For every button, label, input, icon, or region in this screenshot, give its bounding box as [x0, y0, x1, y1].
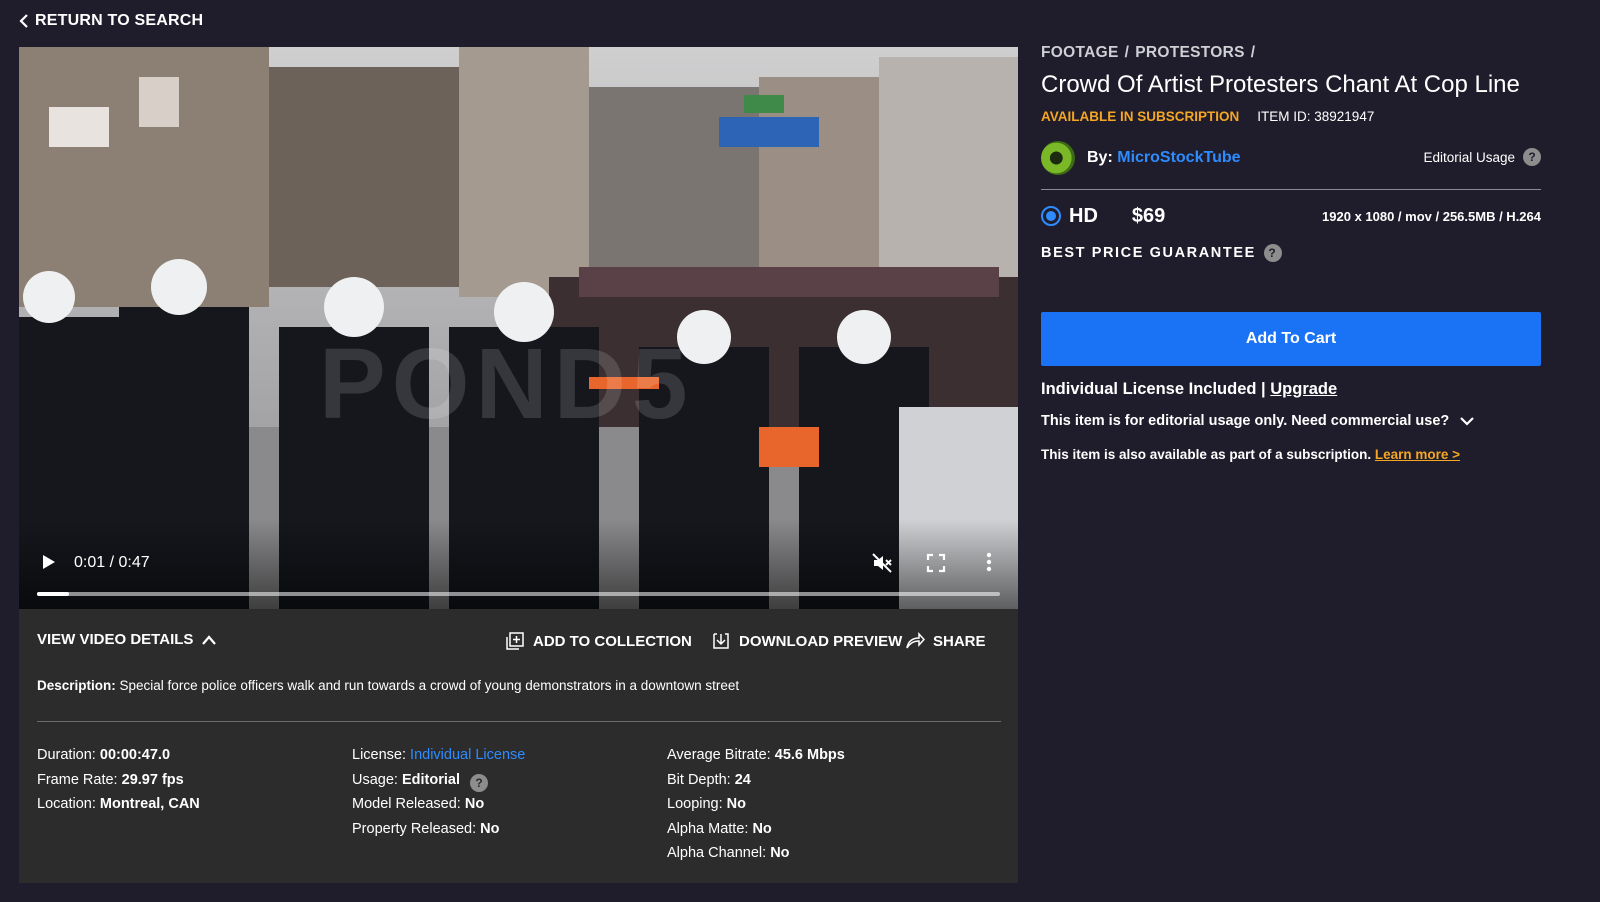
spec-license: License: Individual License: [352, 747, 526, 763]
video-progress-bar[interactable]: [37, 592, 1000, 596]
description-text: Special force police officers walk and r…: [119, 678, 740, 693]
specs-column-2: License: Individual License Usage: Edito…: [352, 743, 525, 841]
video-details-panel: VIEW VIDEO DETAILS ADD TO COLLECTION DOW…: [19, 609, 1018, 883]
fullscreen-icon[interactable]: [926, 553, 946, 573]
share-icon: [906, 632, 925, 649]
details-divider: [37, 721, 1001, 722]
spec-model-released: Model Released: No: [352, 796, 485, 812]
view-video-details-label: VIEW VIDEO DETAILS: [37, 631, 194, 648]
editorial-commercial-toggle[interactable]: This item is for editorial usage only. N…: [1041, 413, 1541, 429]
best-price-label: BEST PRICE GUARANTEE: [1041, 245, 1256, 261]
description-label: Description:: [37, 678, 116, 693]
format-label: HD: [1069, 204, 1098, 227]
best-price-guarantee: BEST PRICE GUARANTEE ?: [1041, 244, 1541, 262]
author-avatar[interactable]: [1041, 141, 1075, 175]
spec-frame-rate: Frame Rate: 29.97 fps: [37, 771, 184, 788]
individual-license-link[interactable]: Individual License: [410, 747, 525, 763]
add-to-collection-icon: [506, 632, 524, 650]
chevron-up-icon: [202, 634, 217, 645]
spec-looping: Looping: No: [667, 796, 747, 812]
availability-badge: AVAILABLE IN SUBSCRIPTION: [1041, 109, 1240, 124]
license-included: Individual License Included | Upgrade: [1041, 380, 1338, 398]
spec-location: Location: Montreal, CAN: [37, 796, 200, 812]
price-option-hd[interactable]: HD $69 1920 x 1080 / mov / 256.5MB / H.2…: [1041, 190, 1541, 242]
download-preview-button[interactable]: DOWNLOAD PREVIEW: [711, 631, 902, 651]
spec-alpha-channel: Alpha Channel: No: [667, 845, 790, 861]
specs-column-1: Duration: 00:00:47.0 Frame Rate: 29.97 f…: [37, 743, 200, 817]
view-video-details-toggle[interactable]: VIEW VIDEO DETAILS: [37, 631, 217, 648]
spec-average-bitrate: Average Bitrate: 45.6 Mbps: [667, 747, 845, 763]
return-to-search-label: RETURN TO SEARCH: [35, 12, 204, 29]
share-label: SHARE: [933, 632, 986, 650]
author-link[interactable]: MicroStockTube: [1117, 149, 1240, 166]
learn-more-link[interactable]: Learn more >: [1375, 447, 1460, 462]
details-toolbar: VIEW VIDEO DETAILS ADD TO COLLECTION DOW…: [37, 631, 1000, 655]
price: $69: [1131, 204, 1166, 227]
download-preview-label: DOWNLOAD PREVIEW: [739, 632, 903, 650]
hd-radio[interactable]: [1041, 206, 1061, 226]
more-options-icon[interactable]: [979, 551, 999, 573]
play-icon[interactable]: [39, 553, 57, 571]
video-description: Description: Special force police office…: [37, 678, 997, 693]
muted-speaker-icon[interactable]: [871, 552, 893, 574]
spec-bit-depth: Bit Depth: 24: [667, 771, 751, 788]
video-player[interactable]: POND5 0:01 / 0:47: [19, 47, 1018, 609]
return-to-search-link[interactable]: RETURN TO SEARCH: [19, 12, 203, 30]
product-panel: FOOTAGE / PROTESTORS / Crowd Of Artist Prot…: [1041, 44, 1541, 462]
chevron-down-icon: [1460, 417, 1475, 426]
item-id: ITEM ID: 38921947: [1257, 109, 1375, 124]
editorial-help-icon[interactable]: ?: [1523, 148, 1541, 166]
editorial-usage-label: Editorial Usage: [1423, 149, 1515, 165]
subscription-note: This item is also available as part of a…: [1041, 447, 1461, 462]
spec-duration: Duration: 00:00:47.0: [37, 747, 171, 763]
add-to-cart-button[interactable]: Add To Cart: [1041, 312, 1541, 366]
add-to-collection-button[interactable]: ADD TO COLLECTION: [505, 631, 692, 651]
add-to-collection-label: ADD TO COLLECTION: [533, 632, 692, 650]
editorial-usage: Editorial Usage ?: [1423, 148, 1541, 166]
page-title: Crowd Of Artist Protesters Chant At Cop …: [1041, 71, 1520, 98]
spec-property-released: Property Released: No: [352, 820, 500, 837]
chevron-left-icon: [19, 14, 28, 28]
item-meta: AVAILABLE IN SUBSCRIPTION ITEM ID: 38921…: [1041, 109, 1541, 124]
video-watermark: POND5: [319, 328, 694, 440]
usage-help-icon[interactable]: ?: [470, 773, 488, 792]
author-row: By: MicroStockTube Editorial Usage ?: [1041, 138, 1541, 178]
video-progress-fill: [37, 592, 69, 596]
spec-alpha-matte: Alpha Matte: No: [667, 820, 772, 837]
specs-column-3: Average Bitrate: 45.6 Mbps Bit Depth: 24…: [667, 743, 845, 866]
author-byline: By: MicroStockTube: [1087, 149, 1241, 166]
upgrade-link[interactable]: Upgrade: [1270, 380, 1337, 398]
best-price-help-icon[interactable]: ?: [1263, 244, 1282, 262]
spec-usage: Usage: Editorial?: [352, 768, 525, 793]
editorial-note-text: This item is for editorial usage only. N…: [1041, 413, 1450, 429]
format-specs: 1920 x 1080 / mov / 256.5MB / H.264: [1322, 208, 1541, 224]
video-time: 0:01 / 0:47: [74, 554, 150, 571]
share-button[interactable]: SHARE: [905, 631, 986, 651]
download-icon: [713, 633, 729, 649]
breadcrumb-protestors[interactable]: PROTESTORS: [1135, 44, 1245, 61]
video-controls: 0:01 / 0:47: [19, 519, 1018, 609]
breadcrumb: FOOTAGE / PROTESTORS /: [1041, 44, 1256, 61]
breadcrumb-footage[interactable]: FOOTAGE: [1041, 44, 1119, 61]
